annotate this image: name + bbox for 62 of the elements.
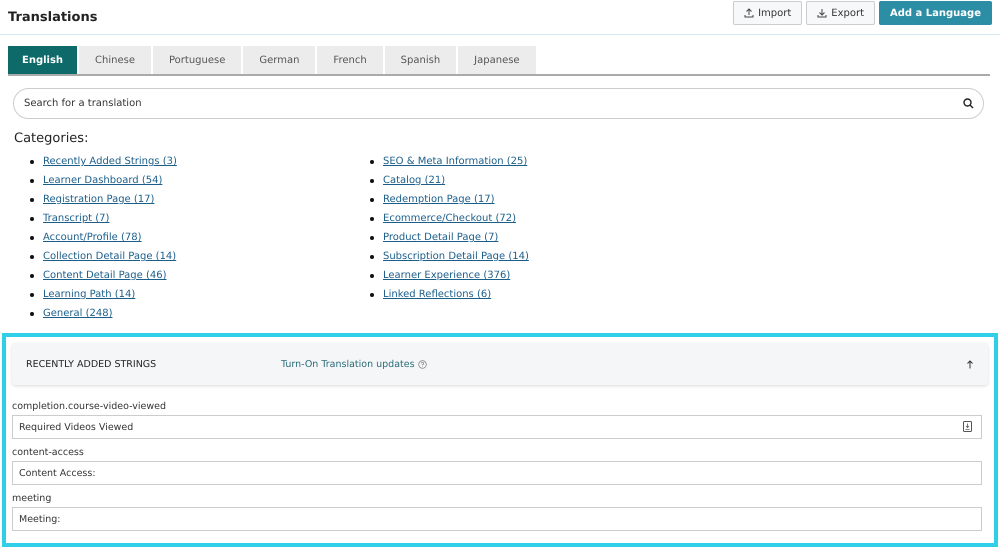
bullet-icon bbox=[30, 178, 34, 182]
download-icon bbox=[817, 8, 828, 18]
add-language-button[interactable]: Add a Language bbox=[879, 1, 992, 25]
import-button[interactable]: Import bbox=[733, 1, 802, 25]
bullet-icon bbox=[30, 236, 34, 240]
language-tab[interactable]: German bbox=[243, 46, 316, 74]
category-link[interactable]: Catalog (21) bbox=[383, 175, 446, 186]
category-link[interactable]: Linked Reflections (6) bbox=[383, 289, 492, 300]
category-link[interactable]: Learner Dashboard (54) bbox=[43, 175, 162, 186]
category-link[interactable]: Product Detail Page (7) bbox=[383, 232, 498, 243]
bullet-icon bbox=[30, 216, 34, 220]
arrow-up-icon[interactable] bbox=[966, 360, 974, 368]
bullet-icon bbox=[370, 292, 374, 296]
language-tab[interactable]: Chinese bbox=[79, 46, 151, 74]
search-field[interactable]: Search for a translation bbox=[13, 88, 984, 119]
category-link[interactable]: Content Detail Page (46) bbox=[43, 270, 167, 281]
language-tab[interactable]: Japanese bbox=[458, 46, 536, 74]
bullet-icon bbox=[30, 274, 34, 278]
bullet-icon bbox=[30, 254, 34, 258]
category-link[interactable]: SEO & Meta Information (25) bbox=[383, 156, 528, 167]
export-button[interactable]: Export bbox=[806, 1, 876, 25]
bullet-icon bbox=[30, 160, 34, 164]
language-tab[interactable]: French bbox=[317, 46, 383, 74]
string-key: completion.course-video-viewed bbox=[12, 401, 988, 412]
help-icon bbox=[418, 360, 427, 368]
translation-field[interactable]: Content Access: bbox=[12, 461, 982, 485]
category-link[interactable]: Recently Added Strings (3) bbox=[43, 156, 177, 167]
category-link[interactable]: Redemption Page (17) bbox=[383, 194, 494, 205]
category-link[interactable]: Subscription Detail Page (14) bbox=[383, 251, 529, 262]
language-tab[interactable]: English bbox=[8, 46, 78, 74]
search-icon[interactable] bbox=[963, 98, 974, 109]
category-link[interactable]: Account/Profile (78) bbox=[43, 232, 142, 243]
bullet-icon bbox=[370, 178, 374, 182]
translation-field[interactable]: Required Videos Viewed bbox=[12, 415, 982, 439]
upload-icon bbox=[744, 8, 754, 18]
section-header[interactable]: RECENTLY ADDED STRINGS Turn-On Translation updates bbox=[12, 343, 988, 385]
category-link[interactable]: Transcript (7) bbox=[43, 213, 110, 224]
bullet-icon bbox=[30, 292, 34, 296]
category-link[interactable]: General (248) bbox=[43, 308, 112, 319]
string-key: meeting bbox=[12, 493, 988, 504]
language-tab[interactable]: Spanish bbox=[384, 46, 456, 74]
bullet-icon bbox=[370, 236, 374, 240]
translation-updates-link[interactable]: Turn-On Translation updates bbox=[281, 358, 427, 370]
section-title: RECENTLY ADDED STRINGS bbox=[26, 358, 158, 370]
bullet-icon bbox=[370, 274, 374, 278]
category-link[interactable]: Learner Experience (376) bbox=[383, 270, 510, 281]
bullet-icon bbox=[370, 198, 374, 202]
category-link[interactable]: Registration Page (17) bbox=[43, 194, 154, 205]
page-title: Translations bbox=[8, 10, 98, 24]
bullet-icon bbox=[370, 216, 374, 220]
translation-field[interactable]: Meeting: bbox=[12, 507, 982, 531]
bullet-icon bbox=[30, 312, 34, 316]
save-icon[interactable] bbox=[963, 421, 972, 432]
categories-heading: Categories: bbox=[14, 131, 90, 146]
category-link[interactable]: Ecommerce/Checkout (72) bbox=[383, 213, 516, 224]
string-key: content-access bbox=[12, 447, 988, 458]
category-link[interactable]: Collection Detail Page (14) bbox=[43, 251, 176, 262]
bullet-icon bbox=[370, 254, 374, 258]
bullet-icon bbox=[30, 198, 34, 202]
language-tab[interactable]: Portuguese bbox=[153, 46, 242, 74]
bullet-icon bbox=[370, 160, 374, 164]
category-link[interactable]: Learning Path (14) bbox=[43, 289, 136, 300]
